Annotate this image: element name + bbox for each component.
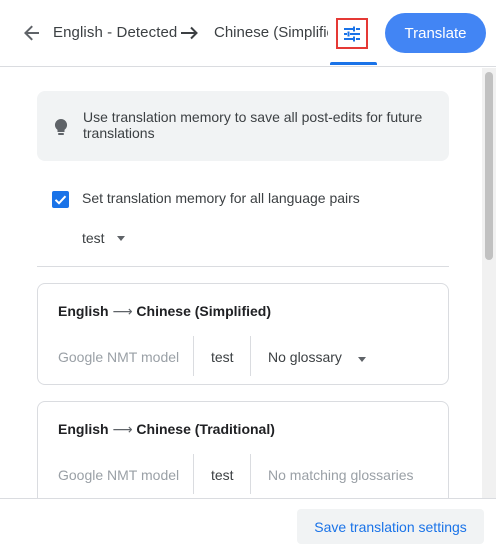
pair-memory[interactable]: test: [211, 467, 234, 483]
pair-title: English ⟶ Chinese (Simplified): [58, 303, 271, 320]
pair-source: English: [58, 303, 109, 319]
pair-memory[interactable]: test: [211, 349, 234, 365]
divider: [250, 454, 251, 494]
back-arrow-icon[interactable]: [20, 21, 44, 45]
language-pair-card: English ⟶ Chinese (Simplified) Google NM…: [37, 283, 449, 385]
tune-icon: [344, 26, 360, 41]
memory-dropdown[interactable]: test: [82, 228, 125, 248]
pair-target: Chinese (Simplified): [136, 303, 271, 319]
memory-checkbox-row: Set translation memory for all language …: [52, 189, 360, 209]
target-language[interactable]: Chinese (Simplified): [214, 24, 328, 41]
divider: [37, 266, 449, 267]
memory-checkbox[interactable]: [52, 190, 69, 208]
check-icon: [54, 195, 67, 205]
pair-glossary-value: No matching glossaries: [268, 467, 414, 483]
source-language[interactable]: English - Detected: [53, 24, 177, 41]
translate-button[interactable]: Translate: [385, 13, 486, 53]
pair-glossary-dropdown[interactable]: No glossary: [268, 349, 366, 365]
info-text: Use translation memory to save all post-…: [83, 109, 423, 141]
memory-dropdown-value: test: [82, 230, 105, 246]
translation-settings-button[interactable]: [336, 18, 368, 49]
dropdown-caret-icon: [357, 357, 366, 362]
pair-glossary-value: No glossary: [268, 349, 342, 365]
active-tab-indicator: [330, 62, 377, 65]
header-bar: English - Detected Chinese (Simplified) …: [0, 0, 496, 67]
pair-arrow-icon: ⟶: [112, 303, 133, 319]
pair-arrow-icon: ⟶: [112, 421, 133, 437]
divider: [193, 454, 194, 494]
language-arrow-icon: [181, 26, 198, 40]
pair-model: Google NMT model: [58, 467, 180, 483]
pair-model: Google NMT model: [58, 349, 180, 365]
divider: [193, 336, 194, 376]
language-pair-card: English ⟶ Chinese (Traditional) Google N…: [37, 401, 449, 498]
memory-checkbox-label[interactable]: Set translation memory for all language …: [82, 190, 360, 206]
lightbulb-icon: [54, 118, 68, 135]
pair-target: Chinese (Traditional): [136, 421, 275, 437]
pair-title: English ⟶ Chinese (Traditional): [58, 421, 275, 438]
pair-source: English: [58, 421, 109, 437]
footer-bar: Save translation settings: [0, 498, 496, 551]
scrollbar-thumb[interactable]: [485, 72, 493, 260]
save-settings-button[interactable]: Save translation settings: [297, 509, 484, 544]
divider: [250, 336, 251, 376]
dropdown-caret-icon: [116, 235, 125, 241]
pair-settings-row: Google NMT model test No matching glossa…: [38, 454, 448, 494]
info-banner: Use translation memory to save all post-…: [37, 91, 449, 161]
settings-panel: Use translation memory to save all post-…: [0, 68, 496, 498]
pair-settings-row: Google NMT model test No glossary: [38, 336, 448, 376]
